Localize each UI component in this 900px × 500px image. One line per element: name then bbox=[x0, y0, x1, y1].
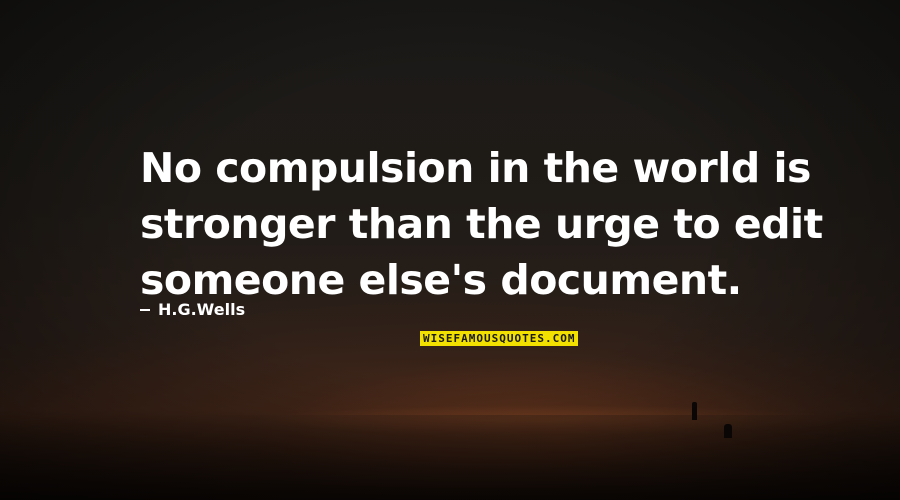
quote-line: stronger than the urge to edit bbox=[140, 200, 823, 248]
silhouette-person bbox=[692, 402, 697, 420]
author-name: H.G.Wells bbox=[158, 300, 246, 319]
quote-line: No compulsion in the world is bbox=[140, 144, 811, 192]
sea bbox=[0, 415, 900, 500]
quote-image: No compulsion in the world is stronger t… bbox=[0, 0, 900, 500]
quote-text: No compulsion in the world is stronger t… bbox=[140, 140, 823, 308]
author-dash bbox=[140, 308, 150, 311]
watermark-text: WISEFAMOUSQUOTES.COM bbox=[423, 332, 576, 345]
watermark-logo: WISEFAMOUSQUOTES.COM bbox=[420, 331, 579, 346]
quote-author: H.G.Wells bbox=[140, 300, 245, 319]
silhouette-person bbox=[724, 424, 732, 438]
